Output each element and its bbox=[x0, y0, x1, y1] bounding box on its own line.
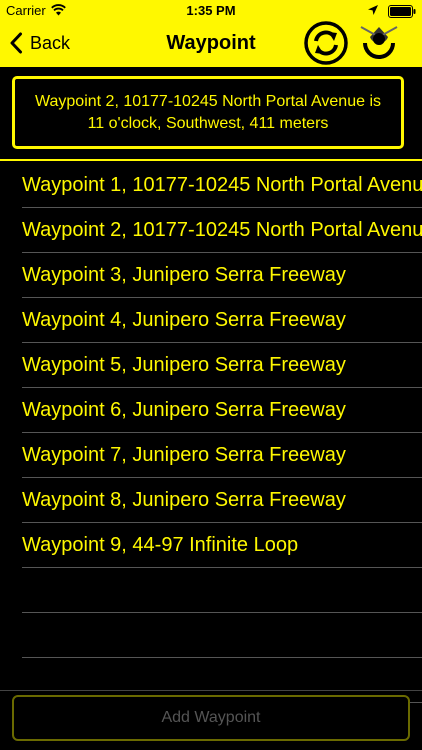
refresh-button[interactable] bbox=[304, 21, 348, 65]
waypoint-label: Waypoint 5, Junipero Serra Freeway bbox=[22, 354, 346, 376]
list-header-divider bbox=[0, 159, 422, 161]
waypoint-row-4[interactable]: Waypoint 4, Junipero Serra Freeway bbox=[0, 298, 422, 343]
waypoint-label: Waypoint 4, Junipero Serra Freeway bbox=[22, 309, 346, 331]
refresh-icon bbox=[304, 21, 348, 65]
location-arrow-icon bbox=[368, 5, 378, 15]
beacon-button[interactable] bbox=[357, 21, 401, 65]
waypoint-row-1[interactable]: Waypoint 1, 10177-10245 North Portal Ave… bbox=[0, 163, 422, 208]
waypoint-label: Waypoint 8, Junipero Serra Freeway bbox=[22, 489, 346, 511]
waypoint-row-2[interactable]: Waypoint 2, 10177-10245 North Portal Ave… bbox=[0, 208, 422, 253]
waypoint-row-3[interactable]: Waypoint 3, Junipero Serra Freeway bbox=[0, 253, 422, 298]
waypoint-row-5[interactable]: Waypoint 5, Junipero Serra Freeway bbox=[0, 343, 422, 388]
waypoint-label: Waypoint 9, 44-97 Infinite Loop bbox=[22, 534, 299, 556]
beacon-icon bbox=[360, 26, 398, 59]
empty-row bbox=[0, 568, 422, 613]
chevron-left-icon bbox=[10, 32, 22, 54]
clock-time: 1:35 PM bbox=[186, 3, 236, 18]
battery-icon bbox=[388, 5, 416, 18]
empty-row bbox=[0, 613, 422, 658]
top-bar: Carrier 1:35 PM Back Waypoint bbox=[0, 0, 422, 67]
waypoint-row-8[interactable]: Waypoint 8, Junipero Serra Freeway bbox=[0, 478, 422, 523]
add-waypoint-button[interactable]: Add Waypoint bbox=[12, 695, 410, 741]
status-bar: Carrier 1:35 PM bbox=[0, 0, 422, 22]
current-waypoint-info: Waypoint 2, 10177-10245 North Portal Ave… bbox=[12, 76, 404, 149]
waypoint-row-9[interactable]: Waypoint 9, 44-97 Infinite Loop bbox=[0, 523, 422, 568]
waypoint-label: Waypoint 3, Junipero Serra Freeway bbox=[22, 264, 346, 286]
waypoint-label: Waypoint 6, Junipero Serra Freeway bbox=[22, 399, 346, 421]
waypoint-row-7[interactable]: Waypoint 7, Junipero Serra Freeway bbox=[0, 433, 422, 478]
waypoint-label: Waypoint 7, Junipero Serra Freeway bbox=[22, 444, 346, 466]
bottom-toolbar: Add Waypoint bbox=[0, 690, 422, 750]
back-label: Back bbox=[30, 32, 71, 53]
waypoint-label: Waypoint 2, 10177-10245 North Portal Ave… bbox=[22, 219, 422, 241]
back-button[interactable]: Back bbox=[9, 28, 70, 58]
bottom-divider bbox=[0, 690, 422, 691]
waypoint-list[interactable]: Waypoint 1, 10177-10245 North Portal Ave… bbox=[0, 163, 422, 703]
waypoint-label: Waypoint 1, 10177-10245 North Portal Ave… bbox=[22, 174, 422, 196]
current-waypoint-text: Waypoint 2, 10177-10245 North Portal Ave… bbox=[35, 92, 381, 132]
waypoint-row-6[interactable]: Waypoint 6, Junipero Serra Freeway bbox=[0, 388, 422, 433]
